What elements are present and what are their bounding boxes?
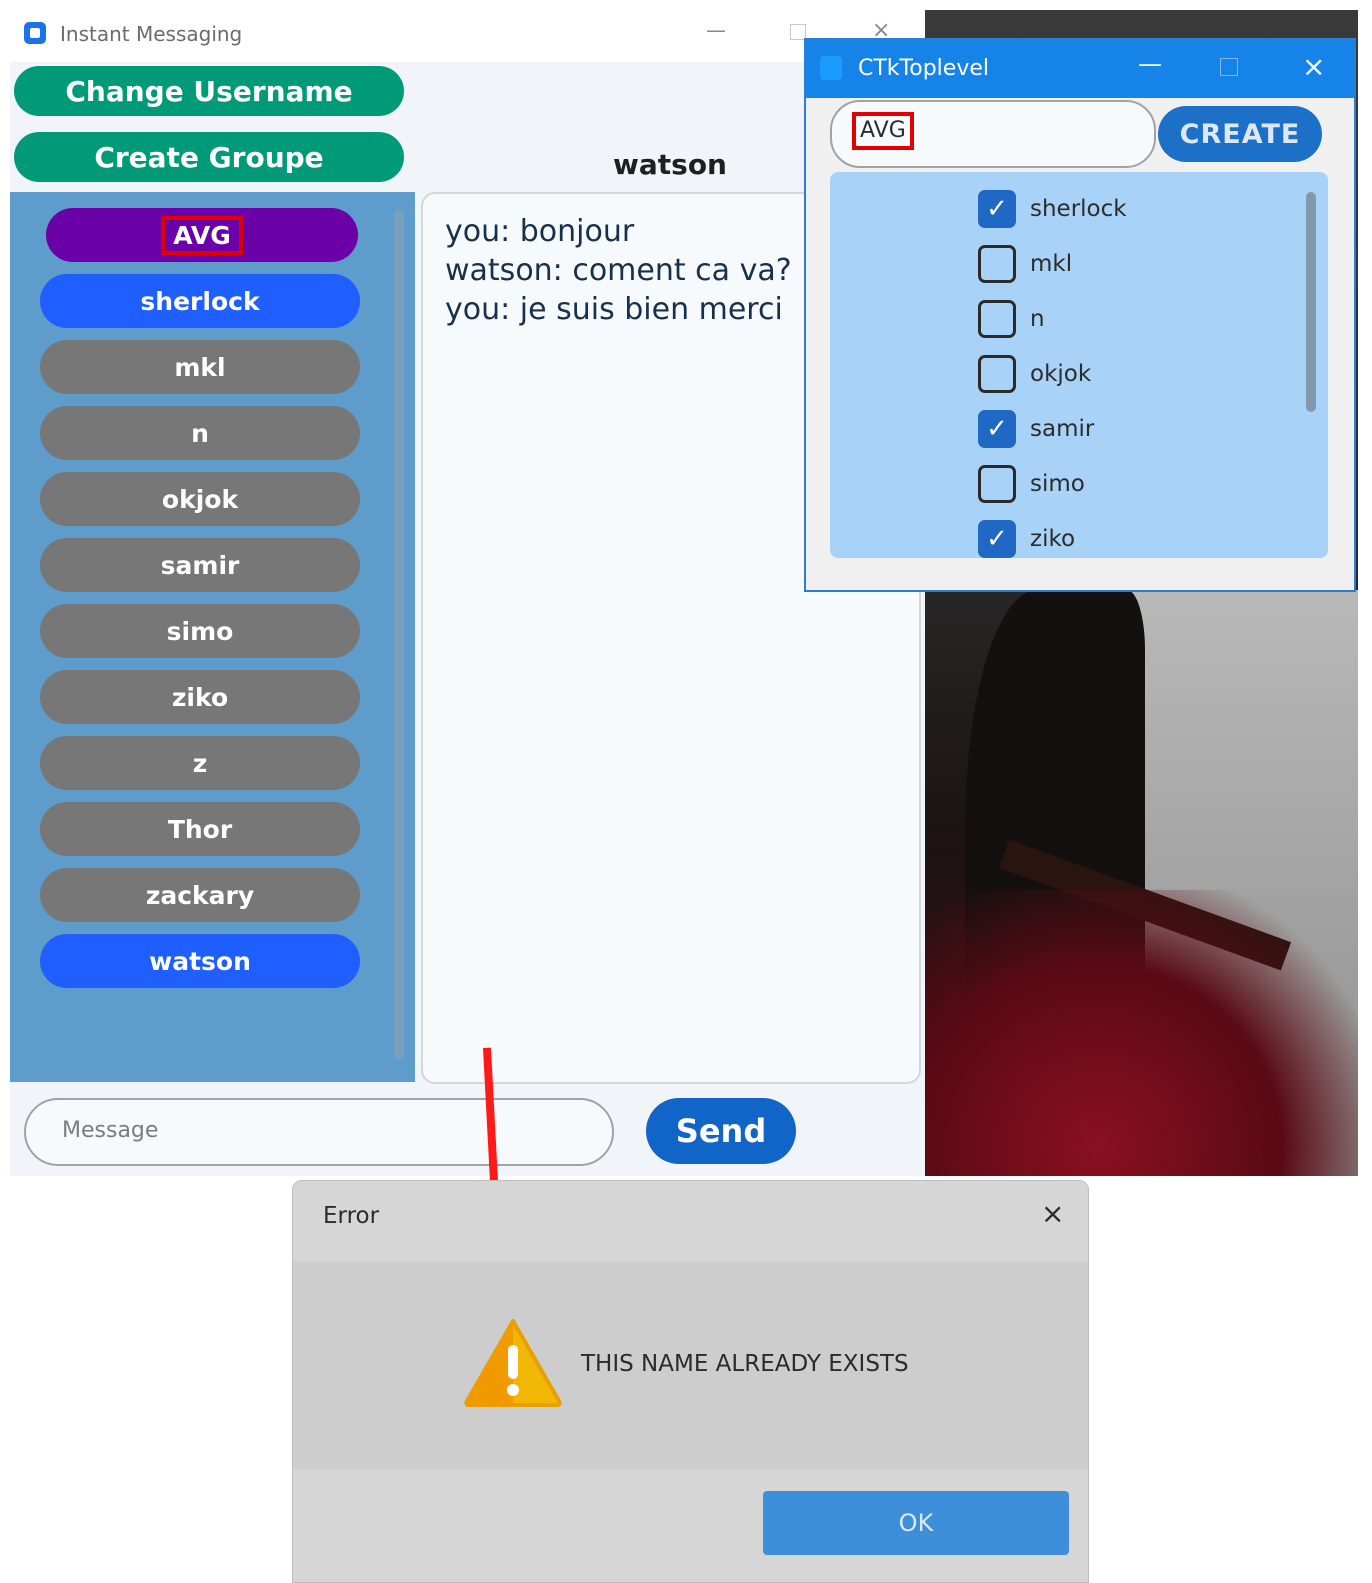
contact-button[interactable]: z (40, 736, 360, 790)
member-checkbox-row[interactable]: mkl (978, 241, 1072, 287)
contacts-scrollbar[interactable] (394, 210, 404, 1060)
contact-label: mkl (174, 352, 226, 382)
contact-button[interactable]: samir (40, 538, 360, 592)
contact-label: n (191, 418, 209, 448)
member-label: okjok (1030, 361, 1092, 387)
checkbox-unchecked[interactable] (978, 465, 1016, 503)
contact-button[interactable]: watson (40, 934, 360, 988)
contact-label: okjok (161, 484, 239, 514)
contact-label: AVG (161, 215, 243, 255)
message-input[interactable]: Message (24, 1098, 614, 1166)
checkbox-unchecked[interactable] (978, 355, 1016, 393)
window-title: Instant Messaging (60, 22, 243, 46)
chat-message: you: je suis bien merci (445, 292, 783, 327)
member-checkbox-row[interactable]: simo (978, 461, 1085, 507)
send-button[interactable]: Send (646, 1098, 796, 1164)
member-label: samir (1030, 416, 1095, 442)
maximize-button[interactable] (1220, 58, 1238, 76)
error-title-bar: Error × (293, 1181, 1088, 1261)
contact-button[interactable]: n (40, 406, 360, 460)
checkbox-unchecked[interactable] (978, 300, 1016, 338)
contact-label: sherlock (140, 286, 260, 316)
create-button[interactable]: CREATE (1158, 106, 1322, 162)
member-checklist: ✓ sherlock mkl n okjok ✓ samir simo ✓ zi… (830, 172, 1328, 558)
change-username-button[interactable]: Change Username (14, 66, 404, 116)
member-label: n (1030, 306, 1045, 332)
member-label: ziko (1030, 526, 1076, 552)
main-window: Instant Messaging — × Change Username Cr… (10, 10, 925, 1176)
contact-button[interactable]: mkl (40, 340, 360, 394)
group-name-value: AVG (852, 112, 914, 150)
app-icon (24, 22, 46, 44)
chat-message: you: bonjour (445, 214, 635, 249)
member-checkbox-row[interactable]: ✓ samir (978, 406, 1094, 452)
contact-label: samir (160, 550, 240, 580)
error-title: Error (323, 1203, 380, 1229)
member-label: mkl (1030, 251, 1073, 277)
member-checkbox-row[interactable]: n (978, 296, 1045, 342)
checkbox-checked[interactable]: ✓ (978, 190, 1016, 228)
message-placeholder: Message (62, 1118, 159, 1143)
warning-icon (464, 1319, 562, 1407)
main-title-bar: Instant Messaging — × (10, 10, 925, 62)
checkbox-unchecked[interactable] (978, 245, 1016, 283)
contact-button[interactable]: Thor (40, 802, 360, 856)
app-icon (820, 56, 842, 80)
close-button[interactable]: × (1302, 50, 1325, 83)
toplevel-title-bar: CTkToplevel — × (806, 40, 1354, 98)
wallpaper-grass (925, 890, 1358, 1176)
minimize-button[interactable]: — (706, 18, 726, 42)
contact-button[interactable]: okjok (40, 472, 360, 526)
error-message: THIS NAME ALREADY EXISTS (581, 1351, 909, 1377)
contacts-panel: AVG sherlock mkl n okjok samir simo ziko… (10, 192, 415, 1082)
contact-button[interactable]: zackary (40, 868, 360, 922)
member-label: sherlock (1030, 196, 1127, 222)
chat-title: watson (613, 148, 727, 181)
minimize-button[interactable]: — (1138, 50, 1162, 78)
toplevel-title: CTkToplevel (858, 56, 989, 81)
member-checkbox-row[interactable]: ✓ sherlock (978, 186, 1127, 232)
contact-button[interactable]: ziko (40, 670, 360, 724)
contact-button[interactable]: simo (40, 604, 360, 658)
checkbox-checked[interactable]: ✓ (978, 410, 1016, 448)
create-group-window: CTkToplevel — × AVG CREATE ✓ sherlock mk… (804, 38, 1356, 592)
ok-button[interactable]: OK (763, 1491, 1069, 1555)
member-label: simo (1030, 471, 1085, 497)
contact-label: ziko (171, 682, 229, 712)
close-button[interactable]: × (1041, 1197, 1064, 1230)
contact-label: Thor (167, 814, 233, 844)
contact-button-group[interactable]: AVG (46, 208, 358, 262)
member-checkbox-row[interactable]: ✓ ziko (978, 516, 1075, 558)
error-dialog: Error × THIS NAME ALREADY EXISTS OK (292, 1180, 1089, 1583)
chat-message: watson: coment ca va? (445, 253, 792, 288)
contact-label: watson (149, 946, 251, 976)
create-group-button[interactable]: Create Groupe (14, 132, 404, 182)
error-body: THIS NAME ALREADY EXISTS (293, 1263, 1088, 1469)
member-checkbox-row[interactable]: okjok (978, 351, 1091, 397)
error-footer: OK (293, 1469, 1088, 1582)
contact-label: z (192, 748, 208, 778)
contact-button[interactable]: sherlock (40, 274, 360, 328)
group-name-input[interactable]: AVG (830, 100, 1156, 168)
member-list-scrollbar[interactable] (1306, 192, 1316, 412)
contact-label: simo (166, 616, 234, 646)
chat-messages: you: bonjour watson: coment ca va? you: … (445, 212, 792, 329)
contact-label: zackary (145, 880, 255, 910)
checkbox-checked[interactable]: ✓ (978, 520, 1016, 558)
